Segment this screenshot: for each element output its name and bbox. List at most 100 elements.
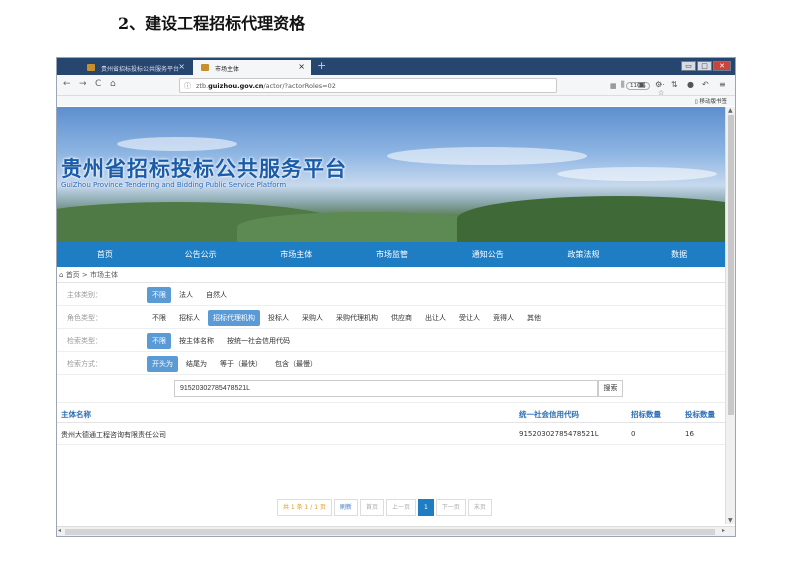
last-page-button[interactable]: 末页	[467, 499, 492, 516]
filter-option[interactable]: 招标人	[174, 310, 205, 326]
filter-option[interactable]: 采购人	[297, 310, 328, 326]
filter-label: 检索方式：	[67, 360, 102, 368]
home-icon: ⌂	[59, 271, 64, 279]
filter-option[interactable]: 不限	[147, 287, 171, 303]
tab-strip: 贵州省招标投标公共服务平台 × 市场主体 × + ▭ □ ✕	[57, 58, 735, 75]
filter-option[interactable]: 自然人	[201, 287, 232, 303]
sidebar-icon[interactable]: ▣	[638, 80, 646, 89]
filter-option[interactable]: 采购代理机构	[331, 310, 383, 326]
filter-option[interactable]: 按统一社会信用代码	[222, 333, 295, 349]
scroll-left-icon[interactable]: ◂	[58, 527, 61, 534]
filter-option[interactable]: 等于（最快）	[215, 356, 267, 372]
breadcrumb: ⌂ 首页 > 市场主体	[57, 267, 727, 283]
filter-label: 主体类别：	[67, 291, 102, 299]
filter-label: 角色类型：	[67, 314, 102, 322]
filter-label: 检索类型：	[67, 337, 102, 345]
next-page-button[interactable]: 下一页	[435, 499, 466, 516]
page-info: 共 1 条 1 / 1 页	[277, 499, 332, 516]
col-bid-count: 投标数量	[685, 410, 715, 419]
cloud	[557, 167, 717, 181]
search-button[interactable]: 搜索	[598, 380, 623, 397]
mountain	[457, 196, 727, 242]
filter-option[interactable]: 竞得人	[488, 310, 519, 326]
address-bar[interactable]: ⓘ ztb.guizhou.gov.cn/actor/?actorRoles=0…	[179, 78, 665, 97]
tab-label: 市场主体	[215, 66, 240, 73]
menu-icon[interactable]: ≡	[719, 80, 726, 89]
filter-option[interactable]: 结尾为	[181, 356, 212, 372]
prev-page-button[interactable]: 上一页	[385, 499, 416, 516]
filter-option[interactable]: 不限	[147, 310, 171, 326]
filter-option[interactable]: 出让人	[420, 310, 451, 326]
menu-item-data[interactable]: 数据	[631, 249, 727, 260]
page-content: 贵州省招标投标公共服务平台 GuiZhou Province Tendering…	[57, 107, 727, 524]
filter-option[interactable]: 开头为	[147, 356, 178, 372]
scroll-right-icon[interactable]: ▸	[722, 527, 725, 534]
menu-item-notices[interactable]: 通知公告	[440, 249, 536, 260]
scroll-up-icon[interactable]: ▲	[728, 107, 733, 114]
col-entity-name: 主体名称	[61, 410, 91, 419]
navigation-bar: ← → C ⌂ ⓘ ztb.guizhou.gov.cn/actor/?acto…	[57, 75, 735, 97]
menu-item-home[interactable]: 首页	[57, 249, 153, 260]
filter-option[interactable]: 投标人	[263, 310, 294, 326]
mobile-bookmarks[interactable]: ▯ 移动版书签	[695, 97, 727, 105]
filter-option[interactable]: 不限	[147, 333, 171, 349]
cell-entity-name[interactable]: 贵州大德通工程咨询有限责任公司	[61, 430, 166, 440]
document-heading: 2、建设工程招标代理资格	[118, 14, 306, 33]
reload-icon[interactable]: C	[95, 79, 101, 89]
scroll-thumb[interactable]	[65, 529, 715, 535]
filter-row-search-method: 检索方式： 开头为 结尾为 等于（最快） 包含（最慢）	[57, 352, 727, 375]
tab-close-icon[interactable]: ×	[178, 62, 185, 71]
tab-portal[interactable]: 贵州省招标投标公共服务平台 ×	[79, 60, 191, 75]
cloud	[387, 147, 587, 165]
filter-option[interactable]: 招标代理机构	[208, 310, 260, 326]
horizontal-scrollbar[interactable]: ◂ ▸	[57, 526, 735, 536]
sync-icon[interactable]: ⇅	[671, 80, 678, 89]
forward-icon[interactable]: →	[79, 79, 87, 89]
maximize-button[interactable]: □	[697, 61, 712, 71]
first-page-button[interactable]: 首页	[359, 499, 384, 516]
current-page-button[interactable]: 1	[417, 499, 434, 516]
filter-row-role-type: 角色类型： 不限 招标人 招标代理机构 投标人 采购人 采购代理机构 供应商 出让人 受让人 竞得人…	[57, 306, 727, 329]
col-tender-count: 招标数量	[631, 410, 661, 419]
menu-item-policy[interactable]: 政策法规	[536, 249, 632, 260]
filter-option[interactable]: 按主体名称	[174, 333, 219, 349]
back-icon[interactable]: ←	[63, 79, 71, 89]
home-icon[interactable]: ⌂	[110, 79, 116, 89]
filter-option[interactable]: 其他	[522, 310, 546, 326]
bookmarks-bar: ▯ 移动版书签	[57, 96, 735, 106]
scroll-down-icon[interactable]: ▼	[728, 517, 733, 524]
filter-option[interactable]: 供应商	[386, 310, 417, 326]
menu-item-market-entity[interactable]: 市场主体	[248, 249, 344, 260]
library-icon[interactable]: ⫼	[621, 80, 625, 90]
info-icon[interactable]: ⓘ	[184, 81, 191, 91]
cloud	[117, 137, 237, 151]
table-row[interactable]: 贵州大德通工程咨询有限责任公司 91520302785478521L 0 16	[57, 423, 727, 445]
filter-option[interactable]: 受让人	[454, 310, 485, 326]
breadcrumb-current: 市场主体	[90, 271, 119, 279]
menu-item-supervision[interactable]: 市场监管	[344, 249, 440, 260]
favicon-icon	[87, 64, 95, 71]
qr-code-icon[interactable]: ▦	[610, 82, 617, 90]
filter-option[interactable]: 法人	[174, 287, 198, 303]
minimize-button[interactable]: ▭	[681, 61, 696, 71]
filter-option[interactable]: 包含（最慢）	[270, 356, 322, 372]
tab-close-icon[interactable]: ×	[298, 62, 305, 71]
filter-options: 开头为 结尾为 等于（最快） 包含（最慢）	[147, 356, 325, 372]
vertical-scrollbar[interactable]: ▲ ▼	[725, 107, 735, 524]
menu-item-announcements[interactable]: 公告公示	[153, 249, 249, 260]
new-tab-button[interactable]: +	[317, 59, 326, 72]
close-window-button[interactable]: ✕	[713, 61, 731, 71]
tab-market-entity[interactable]: 市场主体 ×	[193, 60, 311, 75]
search-input[interactable]	[174, 380, 598, 397]
cell-credit-code: 91520302785478521L	[519, 430, 599, 438]
site-banner: 贵州省招标投标公共服务平台 GuiZhou Province Tendering…	[57, 107, 727, 242]
tab-label: 贵州省招标投标公共服务平台	[101, 66, 180, 73]
breadcrumb-separator: >	[81, 271, 88, 279]
scroll-thumb[interactable]	[728, 115, 734, 415]
breadcrumb-home[interactable]: 首页	[66, 271, 80, 279]
chat-icon[interactable]: ●	[687, 80, 694, 89]
refresh-button[interactable]: 刷新	[333, 499, 358, 516]
undo-icon[interactable]: ↶	[702, 80, 709, 89]
extension-icon[interactable]: ⚙	[655, 80, 662, 89]
main-menu: 首页 公告公示 市场主体 市场监管 通知公告 政策法规 数据	[57, 242, 727, 267]
